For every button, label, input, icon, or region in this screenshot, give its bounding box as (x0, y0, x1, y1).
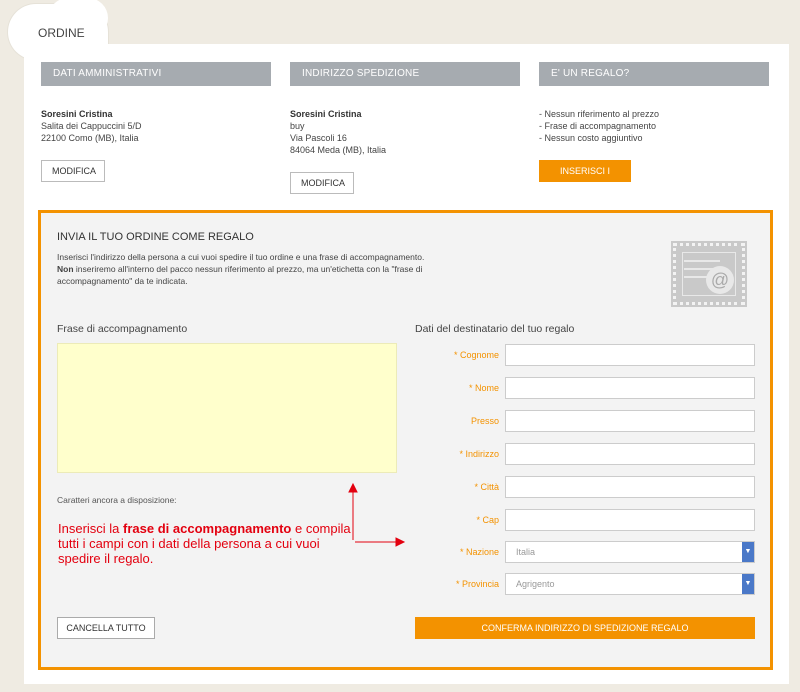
arrow-right-head (395, 537, 406, 547)
order-tab-label: ORDINE (38, 26, 85, 40)
annotation-arrows (348, 482, 406, 547)
arrow-up-head (348, 482, 358, 493)
